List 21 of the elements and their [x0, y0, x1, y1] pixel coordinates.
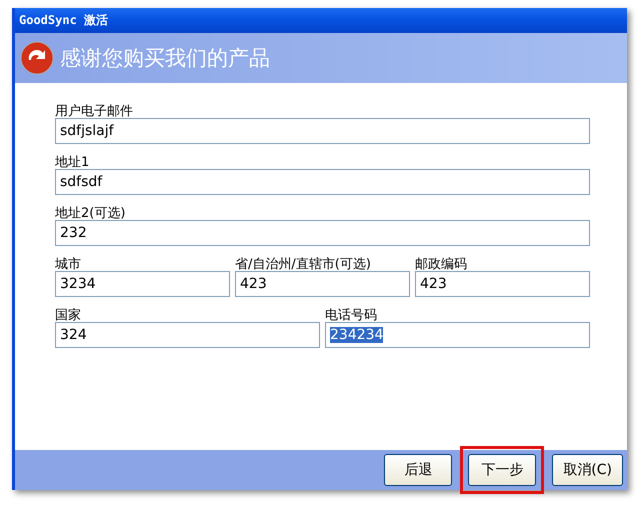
input-field[interactable]: 423: [235, 271, 410, 297]
input-field[interactable]: 423: [415, 271, 590, 297]
input-field[interactable]: 234234: [325, 322, 590, 348]
dialog-button[interactable]: 后退: [384, 454, 452, 486]
input-field[interactable]: 3234: [55, 271, 230, 297]
header-title: 感谢您购买我们的产品: [60, 45, 270, 72]
field-label: 电话号码: [325, 307, 378, 322]
window-title: GoodSync 激活: [15, 8, 627, 33]
field-label: 用户电子邮件: [55, 103, 134, 118]
field-label: 国家: [55, 307, 82, 322]
field-label: 地址1: [55, 154, 90, 169]
input-field[interactable]: 232: [55, 220, 590, 246]
dialog-button[interactable]: 取消(C): [552, 454, 623, 486]
field-label: 城市: [55, 256, 82, 271]
input-field[interactable]: 324: [55, 322, 320, 348]
dialog-button[interactable]: 下一步: [468, 454, 536, 486]
field-label: 省/自治州/直辖市(可选): [235, 256, 372, 271]
field-label: 邮政编码: [415, 256, 468, 271]
field-label: 地址2(可选): [55, 205, 126, 220]
input-field[interactable]: sdfsdf: [55, 169, 590, 195]
input-field[interactable]: sdfjslajf: [55, 118, 590, 144]
